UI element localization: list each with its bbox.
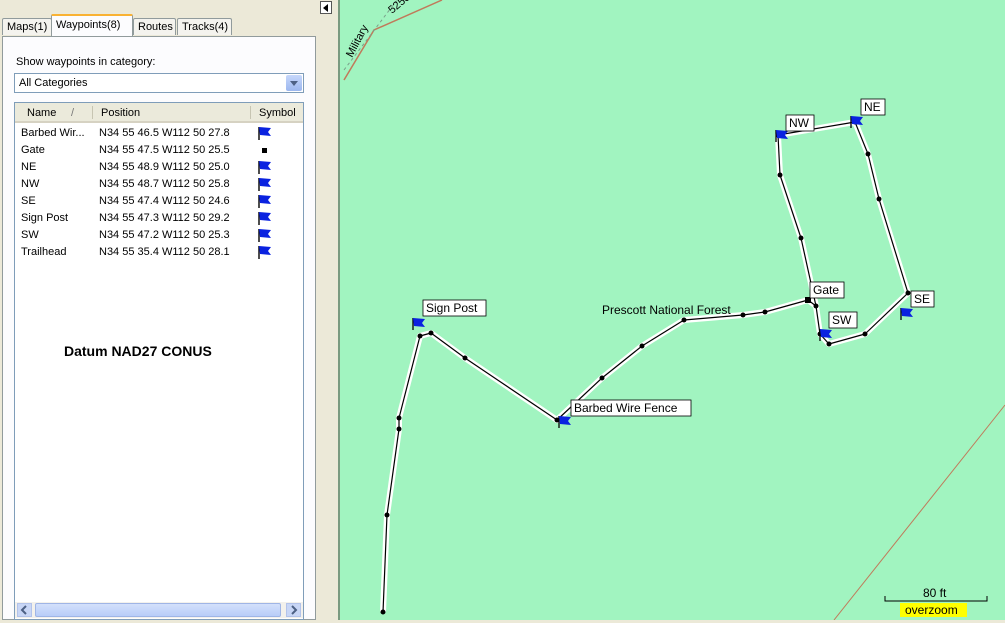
table-row[interactable]: SE N34 55 47.4 W112 50 24.6 bbox=[15, 193, 303, 210]
waypoint-label-ne: NE bbox=[864, 100, 881, 114]
datum-label: Datum NAD27 CONUS bbox=[64, 343, 212, 359]
sort-indicator-icon: / bbox=[71, 107, 75, 119]
tab-routes[interactable]: Routes bbox=[133, 18, 176, 35]
waypoint-ne[interactable]: NE bbox=[850, 98, 886, 128]
chevron-down-icon[interactable] bbox=[286, 75, 302, 91]
waypoint-name-cell: Trailhead bbox=[21, 246, 67, 258]
column-header-name[interactable]: Name bbox=[27, 107, 56, 119]
waypoint-name-cell: Sign Post bbox=[21, 212, 69, 224]
road-label-5250: 5250 bbox=[386, 0, 412, 16]
waypoint-name-cell: Gate bbox=[21, 144, 45, 156]
waypoint-position-cell: N34 55 48.9 W112 50 25.0 bbox=[99, 161, 230, 173]
waypoint-label-nw: NW bbox=[789, 116, 810, 130]
column-divider[interactable] bbox=[92, 106, 93, 119]
table-row[interactable]: Barbed Wir... N34 55 46.5 W112 50 27.8 bbox=[15, 125, 303, 142]
table-row[interactable]: SW N34 55 47.2 W112 50 25.3 bbox=[15, 227, 303, 244]
area-label: Prescott National Forest bbox=[602, 303, 731, 317]
waypoint-position-cell: N34 55 48.7 W112 50 25.8 bbox=[99, 178, 230, 190]
waypoint-position-cell: N34 55 47.3 W112 50 29.2 bbox=[99, 212, 230, 224]
waypoint-position-cell: N34 55 47.5 W112 50 25.5 bbox=[99, 144, 230, 156]
waypoint-name-cell: SW bbox=[21, 229, 39, 241]
waypoint-name-cell: Barbed Wir... bbox=[21, 127, 85, 139]
tab-strip: Maps(1) Waypoints(8) Routes Tracks(4) bbox=[2, 14, 322, 36]
column-divider[interactable] bbox=[250, 106, 251, 119]
waypoint-label-se: SE bbox=[914, 292, 930, 306]
track-line bbox=[382, 121, 909, 613]
flag-icon bbox=[257, 177, 273, 192]
waypoint-name-cell: SE bbox=[21, 195, 36, 207]
waypoint-sign-post[interactable]: Sign Post bbox=[412, 299, 487, 330]
waypoint-gate[interactable]: Gate bbox=[805, 281, 845, 303]
waypoint-position-cell: N34 55 47.2 W112 50 25.3 bbox=[99, 229, 230, 241]
waypoint-name-cell: NE bbox=[21, 161, 37, 173]
square-icon bbox=[257, 143, 273, 158]
waypoints-panel: Maps(1) Waypoints(8) Routes Tracks(4) Sh… bbox=[0, 0, 322, 620]
flag-icon bbox=[257, 126, 273, 141]
table-row[interactable]: Sign Post N34 55 47.3 W112 50 29.2 bbox=[15, 210, 303, 227]
tab-tracks[interactable]: Tracks(4) bbox=[177, 18, 232, 35]
scroll-right-icon[interactable] bbox=[286, 603, 301, 617]
waypoint-position-cell: N34 55 35.4 W112 50 28.1 bbox=[99, 246, 230, 258]
column-header-position[interactable]: Position bbox=[101, 107, 140, 119]
boundary-line bbox=[833, 404, 1005, 621]
waypoint-nw[interactable]: NW bbox=[775, 114, 815, 142]
waypoint-position-cell: N34 55 46.5 W112 50 27.8 bbox=[99, 127, 230, 139]
horizontal-scrollbar[interactable] bbox=[15, 602, 303, 618]
tab-waypoints[interactable]: Waypoints(8) bbox=[51, 14, 133, 36]
category-select[interactable]: All Categories bbox=[14, 73, 304, 93]
panel-splitter[interactable] bbox=[318, 0, 338, 620]
category-select-value: All Categories bbox=[19, 77, 88, 89]
track-halo bbox=[380, 119, 911, 613]
flag-icon bbox=[257, 245, 273, 260]
flag-icon bbox=[257, 194, 273, 209]
table-row[interactable]: Trailhead N34 55 35.4 W112 50 28.1 bbox=[15, 244, 303, 261]
flag-icon bbox=[257, 228, 273, 243]
scrollbar-thumb[interactable] bbox=[35, 603, 281, 617]
map-view[interactable]: Military 5250 Prescott National Forest S… bbox=[338, 0, 1005, 621]
map-canvas[interactable]: Military 5250 Prescott National Forest S… bbox=[340, 0, 1005, 621]
flag-icon bbox=[257, 160, 273, 175]
flag-icon bbox=[257, 211, 273, 226]
waypoint-label-barbed-wire: Barbed Wire Fence bbox=[574, 401, 678, 415]
column-header-symbol[interactable]: Symbol bbox=[259, 107, 296, 119]
list-header: Name / Position Symbol bbox=[15, 103, 303, 123]
waypoint-label-gate: Gate bbox=[813, 283, 839, 297]
tab-maps[interactable]: Maps(1) bbox=[2, 18, 52, 35]
category-filter-label: Show waypoints in category: bbox=[16, 56, 156, 68]
table-row[interactable]: NW N34 55 48.7 W112 50 25.8 bbox=[15, 176, 303, 193]
zoom-status-badge: overzoom bbox=[905, 603, 958, 617]
collapse-panel-icon[interactable] bbox=[320, 1, 332, 14]
waypoint-position-cell: N34 55 47.4 W112 50 24.6 bbox=[99, 195, 230, 207]
map-scale-bar: 80 ft overzoom bbox=[884, 586, 988, 617]
scroll-left-icon[interactable] bbox=[17, 603, 32, 617]
table-row[interactable]: NE N34 55 48.9 W112 50 25.0 bbox=[15, 159, 303, 176]
waypoint-name-cell: NW bbox=[21, 178, 40, 190]
scale-label: 80 ft bbox=[923, 586, 947, 600]
waypoint-label-sw: SW bbox=[832, 313, 852, 327]
waypoint-list: Name / Position Symbol Barbed Wir... N34 … bbox=[14, 102, 304, 620]
table-row[interactable]: Gate N34 55 47.5 W112 50 25.5 bbox=[15, 142, 303, 159]
waypoint-label-sign-post: Sign Post bbox=[426, 301, 478, 315]
waypoint-barbed-wire-fence[interactable]: Barbed Wire Fence bbox=[558, 399, 692, 428]
track-points bbox=[380, 119, 911, 615]
